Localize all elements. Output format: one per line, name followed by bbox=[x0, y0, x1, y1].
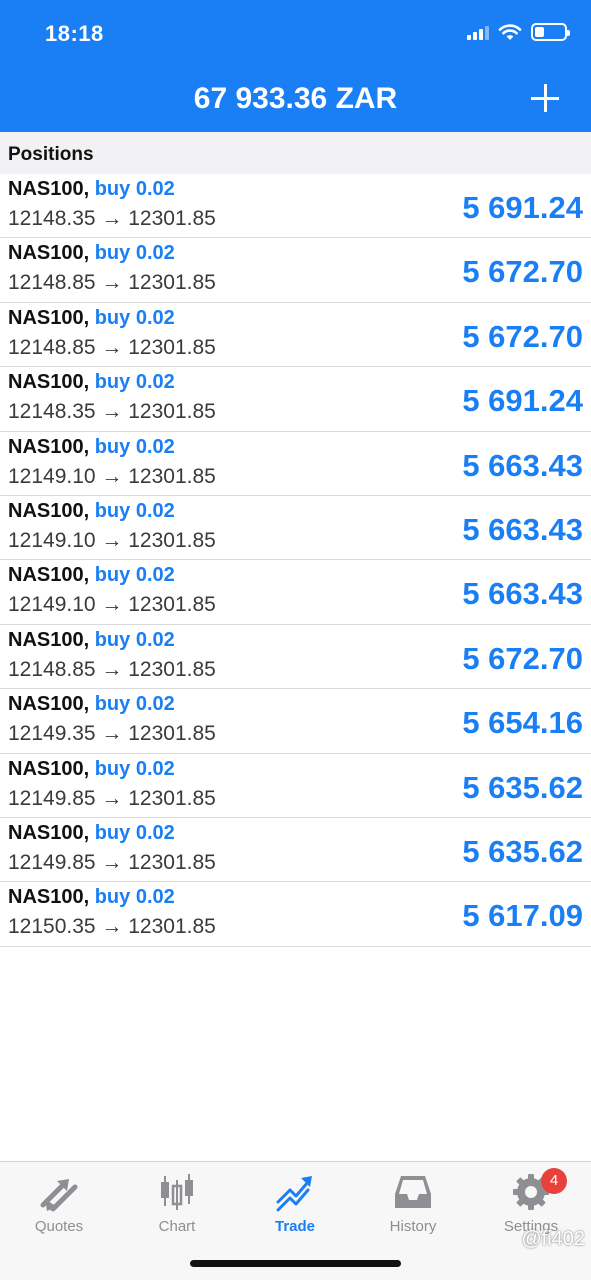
symbol-name: NAS100, bbox=[8, 757, 90, 780]
symbol-name: NAS100, bbox=[8, 435, 90, 458]
position-profit: 5 663.43 bbox=[462, 511, 583, 547]
position-symbol: NAS100, buy 0.02 bbox=[8, 436, 175, 459]
tab-trade[interactable]: Trade bbox=[236, 1172, 354, 1235]
position-profit: 5 635.62 bbox=[462, 833, 583, 869]
position-symbol: NAS100, buy 0.02 bbox=[8, 242, 175, 265]
symbol-name: NAS100, bbox=[8, 693, 90, 716]
symbol-name: NAS100, bbox=[8, 821, 90, 844]
tab-chart-label: Chart bbox=[158, 1218, 196, 1235]
position-symbol: NAS100, buy 0.02 bbox=[8, 500, 175, 523]
trade-side: buy 0.02 bbox=[94, 821, 175, 844]
position-profit: 5 663.43 bbox=[462, 576, 583, 612]
position-symbol: NAS100, buy 0.02 bbox=[8, 822, 175, 845]
symbol-name: NAS100, bbox=[8, 886, 90, 909]
trend-icon bbox=[276, 1176, 312, 1212]
candlestick-icon bbox=[161, 1174, 193, 1210]
top-bar: 18:18 67 933.36 ZAR bbox=[0, 0, 591, 132]
trade-side: buy 0.02 bbox=[94, 886, 175, 909]
position-row[interactable]: NAS100, buy 0.02 12150.35 → 12301.85 5 617… bbox=[0, 882, 591, 947]
price-range: 12149.85 → 12301.85 bbox=[8, 850, 216, 874]
status-icons bbox=[467, 23, 570, 41]
position-profit: 5 654.16 bbox=[462, 705, 583, 741]
account-balance: 67 933.36 ZAR bbox=[193, 82, 398, 115]
symbol-name: NAS100, bbox=[8, 499, 90, 522]
price-range: 12149.85 → 12301.85 bbox=[8, 786, 216, 810]
trade-side: buy 0.02 bbox=[94, 371, 175, 394]
position-row[interactable]: NAS100, buy 0.02 12149.10 → 12301.85 5 663… bbox=[0, 432, 591, 496]
position-row[interactable]: NAS100, buy 0.02 12149.85 → 12301.85 5 635… bbox=[0, 818, 591, 883]
trade-side: buy 0.02 bbox=[94, 178, 175, 200]
cellular-signal-icon bbox=[467, 24, 489, 40]
position-profit: 5 672.70 bbox=[462, 318, 583, 354]
price-range: 12148.35 → 12301.85 bbox=[8, 400, 216, 424]
trade-side: buy 0.02 bbox=[94, 757, 175, 780]
trade-side: buy 0.02 bbox=[94, 628, 175, 651]
price-range: 12149.35 → 12301.85 bbox=[8, 722, 216, 746]
symbol-name: NAS100, bbox=[8, 306, 90, 329]
trade-side: buy 0.02 bbox=[94, 693, 175, 716]
position-profit: 5 635.62 bbox=[462, 769, 583, 805]
home-indicator[interactable] bbox=[190, 1260, 401, 1267]
tab-quotes-label: Quotes bbox=[34, 1218, 84, 1235]
new-order-button[interactable] bbox=[531, 84, 561, 114]
position-symbol: NAS100, buy 0.02 bbox=[8, 178, 175, 201]
price-range: 12149.10 → 12301.85 bbox=[8, 528, 216, 552]
position-row[interactable]: NAS100, buy 0.02 12149.35 → 12301.85 5 654… bbox=[0, 689, 591, 754]
position-profit: 5 691.24 bbox=[462, 190, 583, 225]
position-profit: 5 691.24 bbox=[462, 383, 583, 419]
price-range: 12148.85 → 12301.85 bbox=[8, 335, 216, 359]
watermark: @fi402 bbox=[521, 1228, 585, 1250]
trade-side: buy 0.02 bbox=[94, 306, 175, 329]
position-symbol: NAS100, buy 0.02 bbox=[8, 629, 175, 652]
trade-side: buy 0.02 bbox=[94, 435, 175, 458]
position-symbol: NAS100, buy 0.02 bbox=[8, 371, 175, 394]
position-row[interactable]: NAS100, buy 0.02 12148.85 → 12301.85 5 672… bbox=[0, 625, 591, 690]
position-symbol: NAS100, buy 0.02 bbox=[8, 693, 175, 716]
position-symbol: NAS100, buy 0.02 bbox=[8, 307, 175, 330]
position-profit: 5 617.09 bbox=[462, 898, 583, 934]
price-range: 12148.85 → 12301.85 bbox=[8, 657, 216, 681]
position-row[interactable]: NAS100, buy 0.02 12149.10 → 12301.85 5 663… bbox=[0, 560, 591, 625]
symbol-name: NAS100, bbox=[8, 242, 90, 265]
position-symbol: NAS100, buy 0.02 bbox=[8, 564, 175, 587]
battery-icon bbox=[531, 23, 570, 41]
notification-badge: 4 bbox=[541, 1168, 567, 1194]
position-row[interactable]: NAS100, buy 0.02 12148.35 → 12301.85 5 691… bbox=[0, 174, 591, 239]
position-profit: 5 663.43 bbox=[462, 447, 583, 483]
symbol-name: NAS100, bbox=[8, 178, 90, 200]
positions-section-header: Positions bbox=[0, 132, 591, 174]
tab-settings[interactable]: 4 Settings bbox=[472, 1168, 590, 1235]
position-row[interactable]: NAS100, buy 0.02 12149.10 → 12301.85 5 663… bbox=[0, 496, 591, 561]
symbol-name: NAS100, bbox=[8, 564, 90, 587]
quotes-arrows-icon bbox=[40, 1179, 78, 1212]
position-row[interactable]: NAS100, buy 0.02 12148.35 → 12301.85 5 691… bbox=[0, 367, 591, 432]
position-row[interactable]: NAS100, buy 0.02 12149.85 → 12301.85 5 635… bbox=[0, 754, 591, 818]
position-symbol: NAS100, buy 0.02 bbox=[8, 758, 175, 781]
position-profit: 5 672.70 bbox=[462, 640, 583, 676]
inbox-icon bbox=[395, 1176, 431, 1208]
price-range: 12150.35 → 12301.85 bbox=[8, 915, 216, 939]
status-time: 18:18 bbox=[45, 21, 104, 46]
positions-list: NAS100, buy 0.02 12148.35 → 12301.85 5 691… bbox=[0, 174, 591, 947]
position-profit: 5 672.70 bbox=[462, 254, 583, 290]
position-symbol: NAS100, buy 0.02 bbox=[8, 886, 175, 909]
wifi-icon bbox=[498, 24, 522, 40]
symbol-name: NAS100, bbox=[8, 628, 90, 651]
trade-side: buy 0.02 bbox=[94, 499, 175, 522]
price-range: 12148.35 → 12301.85 bbox=[8, 207, 216, 230]
trade-side: buy 0.02 bbox=[94, 242, 175, 265]
tab-trade-label: Trade bbox=[274, 1218, 316, 1235]
tab-chart[interactable]: Chart bbox=[118, 1172, 236, 1235]
symbol-name: NAS100, bbox=[8, 371, 90, 394]
price-range: 12149.10 → 12301.85 bbox=[8, 464, 216, 488]
position-row[interactable]: NAS100, buy 0.02 12148.85 → 12301.85 5 672… bbox=[0, 238, 591, 303]
section-title: Positions bbox=[8, 144, 94, 165]
price-range: 12149.10 → 12301.85 bbox=[8, 593, 216, 617]
tab-quotes[interactable]: Quotes bbox=[0, 1172, 118, 1235]
price-range: 12148.85 → 12301.85 bbox=[8, 271, 216, 295]
tab-history[interactable]: History bbox=[354, 1172, 472, 1235]
tab-history-label: History bbox=[389, 1218, 437, 1235]
trade-side: buy 0.02 bbox=[94, 564, 175, 587]
position-row[interactable]: NAS100, buy 0.02 12148.85 → 12301.85 5 672… bbox=[0, 303, 591, 368]
